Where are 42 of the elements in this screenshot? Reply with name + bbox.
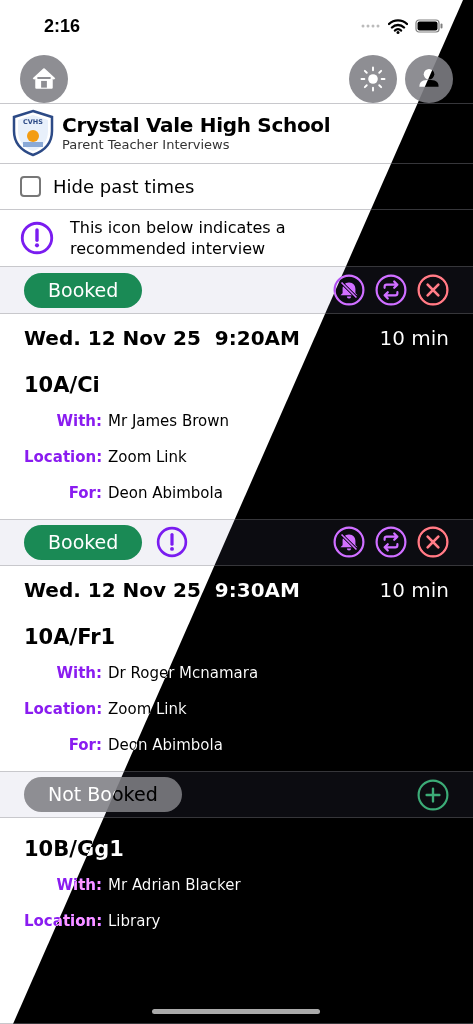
field-value: Deon Abimbola xyxy=(108,482,224,504)
status-badge: Booked xyxy=(24,524,143,560)
duration-text: 10 min xyxy=(379,578,449,603)
profile-button[interactable] xyxy=(405,54,453,103)
class-code: 10A/Fr1 xyxy=(24,624,117,652)
info-text: This icon below indicates a recommended interview xyxy=(70,216,287,259)
signal-icon xyxy=(361,24,381,29)
home-button[interactable] xyxy=(20,54,68,103)
status-badge: Booked xyxy=(24,272,143,308)
field-label: For: xyxy=(67,482,102,504)
field-value: Mr Adrian Blacker xyxy=(108,875,241,897)
school-name: Crystal Vale High School xyxy=(62,113,331,138)
checkbox-label: Hide past times xyxy=(53,175,195,197)
brightness-button[interactable] xyxy=(349,54,397,103)
interview-time: Wed. 12 Nov 25 9:20AM xyxy=(24,325,300,350)
field-label: Location: xyxy=(24,699,102,721)
field-label: Location: xyxy=(24,446,102,468)
muted-bell-button[interactable] xyxy=(333,526,365,559)
status-badge: Not Booked xyxy=(24,777,182,813)
cancel-button[interactable] xyxy=(417,274,449,307)
muted-bell-button[interactable] xyxy=(333,274,365,307)
field-value: Zoom Link xyxy=(108,446,188,468)
exclamation-icon xyxy=(156,526,189,559)
field-label: With: xyxy=(55,663,102,685)
wifi-icon xyxy=(388,18,408,34)
field-value: Library xyxy=(108,911,162,933)
duration-text: 10 min xyxy=(379,325,449,350)
page-subtitle: Parent Teacher Interviews xyxy=(62,137,231,154)
swap-button[interactable] xyxy=(375,274,407,307)
class-code: 10A/Ci xyxy=(24,371,101,399)
field-label: For: xyxy=(67,735,102,757)
swap-button[interactable] xyxy=(375,526,407,559)
add-button[interactable] xyxy=(417,778,449,811)
interview-time: Wed. 12 Nov 25 9:30AM xyxy=(24,578,300,603)
cancel-button[interactable] xyxy=(417,526,449,559)
hide-past-checkbox[interactable] xyxy=(20,175,41,197)
field-value: Mr James Brown xyxy=(108,410,229,432)
battery-icon xyxy=(415,19,443,34)
exclamation-icon xyxy=(20,220,54,255)
clock-time: 2:16 xyxy=(44,15,81,37)
field-value: Zoom Link xyxy=(108,699,188,721)
field-label: With: xyxy=(55,410,102,432)
